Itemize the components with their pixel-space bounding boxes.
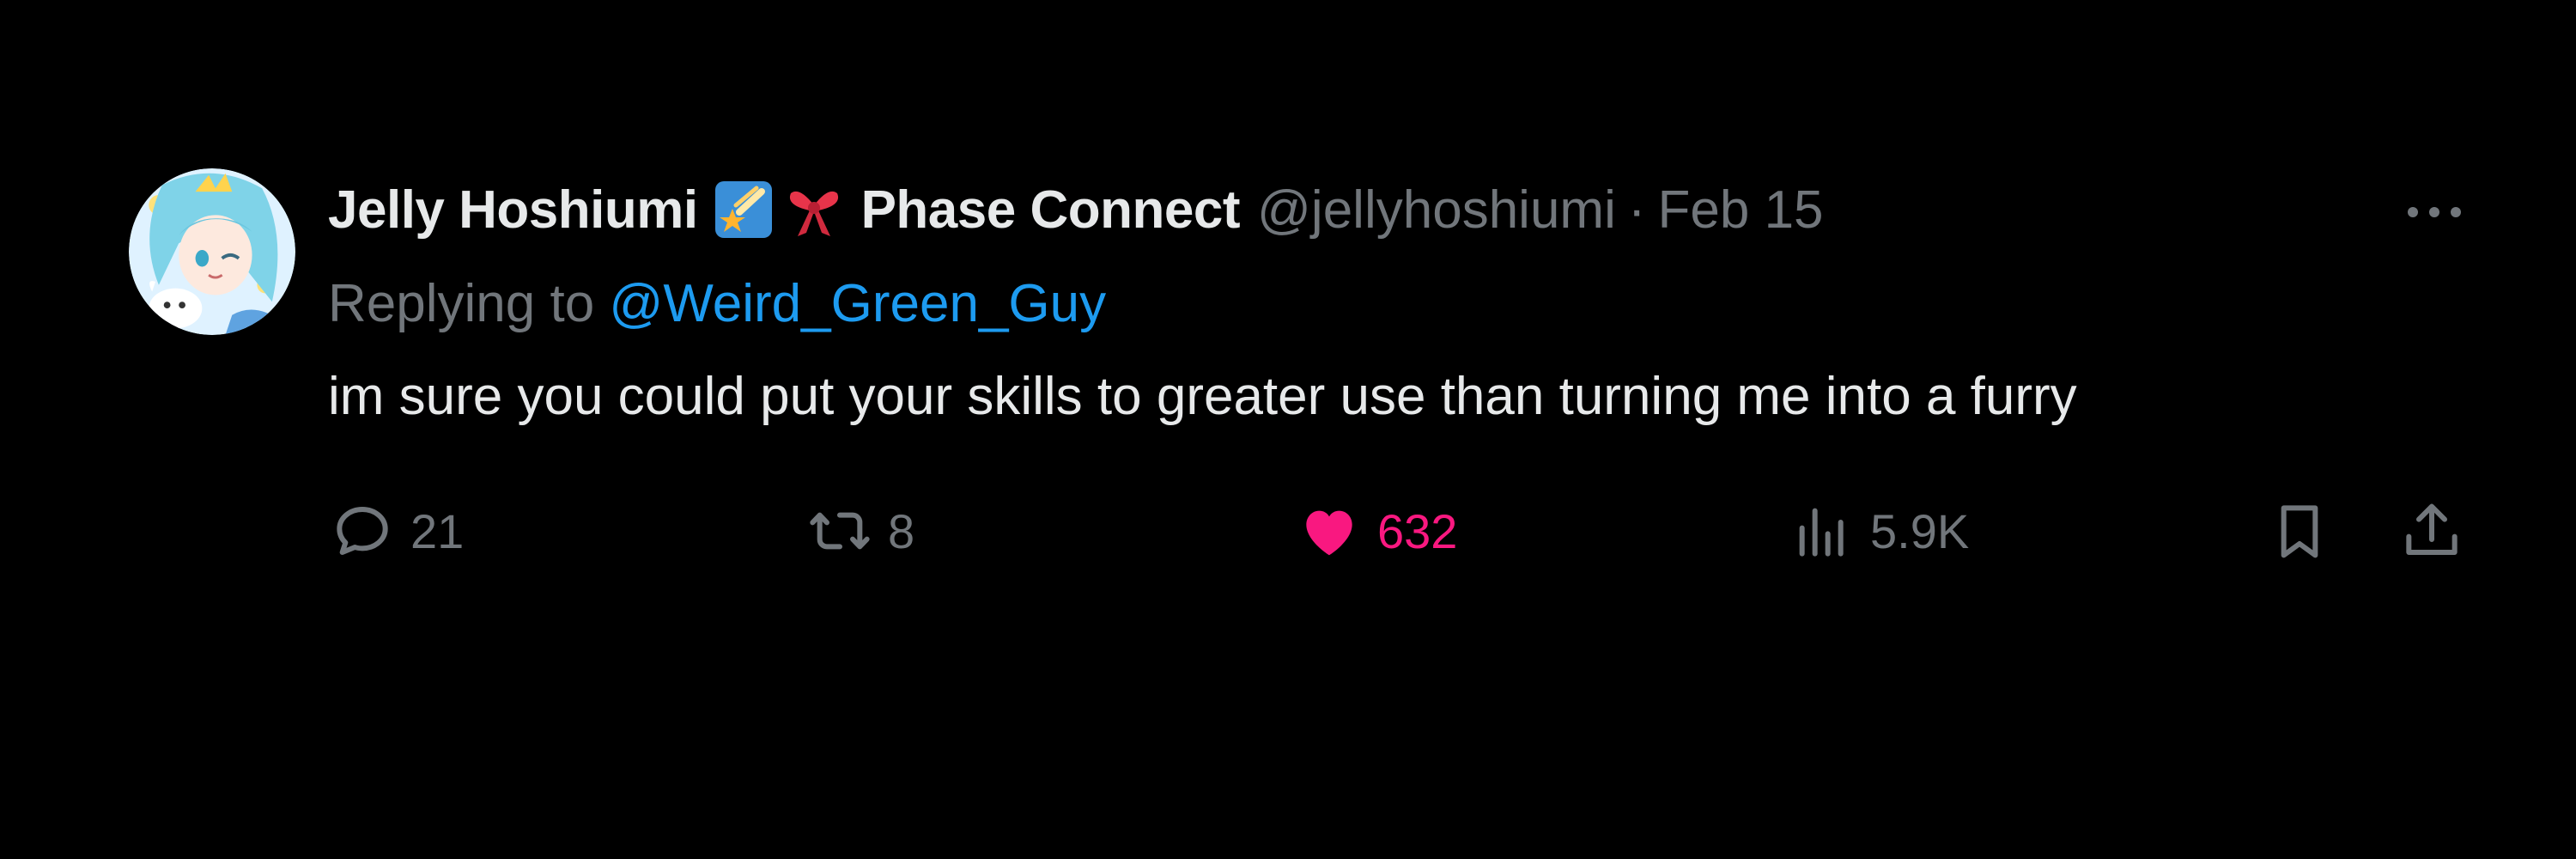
bookmark-button[interactable] xyxy=(2265,497,2334,565)
views-icon xyxy=(1799,508,1844,557)
like-count: 632 xyxy=(1377,503,1458,558)
more-options-icon[interactable] xyxy=(2396,191,2473,234)
tweet[interactable]: Jelly Hoshiumi Phase Connect @jellyhoshi… xyxy=(0,0,2576,859)
retweet-button[interactable]: 8 xyxy=(805,497,914,565)
reply-mention-link[interactable]: @Weird_Green_Guy xyxy=(609,274,1106,333)
display-name[interactable]: Jelly Hoshiumi xyxy=(328,180,698,241)
share-button[interactable] xyxy=(2397,497,2466,565)
views-button[interactable]: 5.9K xyxy=(1788,497,1969,565)
replying-to-line: Replying to @Weird_Green_Guy xyxy=(328,273,1106,334)
heart-icon xyxy=(1306,510,1352,556)
shooting-star-badge-icon xyxy=(714,180,774,240)
ribbon-badge-icon xyxy=(784,180,844,240)
timestamp[interactable]: Feb 15 xyxy=(1658,180,1824,241)
views-count: 5.9K xyxy=(1870,503,1970,558)
avatar[interactable] xyxy=(129,168,295,335)
tweet-header: Jelly Hoshiumi Phase Connect @jellyhoshi… xyxy=(328,177,1824,242)
separator-dot: · xyxy=(1627,180,1646,240)
affiliation-label[interactable]: Phase Connect xyxy=(861,180,1241,241)
share-icon xyxy=(2406,503,2458,555)
like-button[interactable]: 632 xyxy=(1295,497,1457,565)
bookmark-icon xyxy=(2281,505,2318,558)
avatar-image xyxy=(129,168,295,335)
reply-icon xyxy=(337,507,388,555)
reply-button[interactable]: 21 xyxy=(328,497,464,565)
action-bar: 21 8 632 5.9K xyxy=(328,497,2475,565)
retweet-icon xyxy=(810,512,870,550)
tweet-text: im sure you could put your skills to gre… xyxy=(328,367,2077,426)
replying-to-label: Replying to xyxy=(328,274,595,333)
user-handle[interactable]: @jellyhoshiumi xyxy=(1257,180,1616,241)
reply-count: 21 xyxy=(410,503,465,558)
retweet-count: 8 xyxy=(888,503,915,558)
